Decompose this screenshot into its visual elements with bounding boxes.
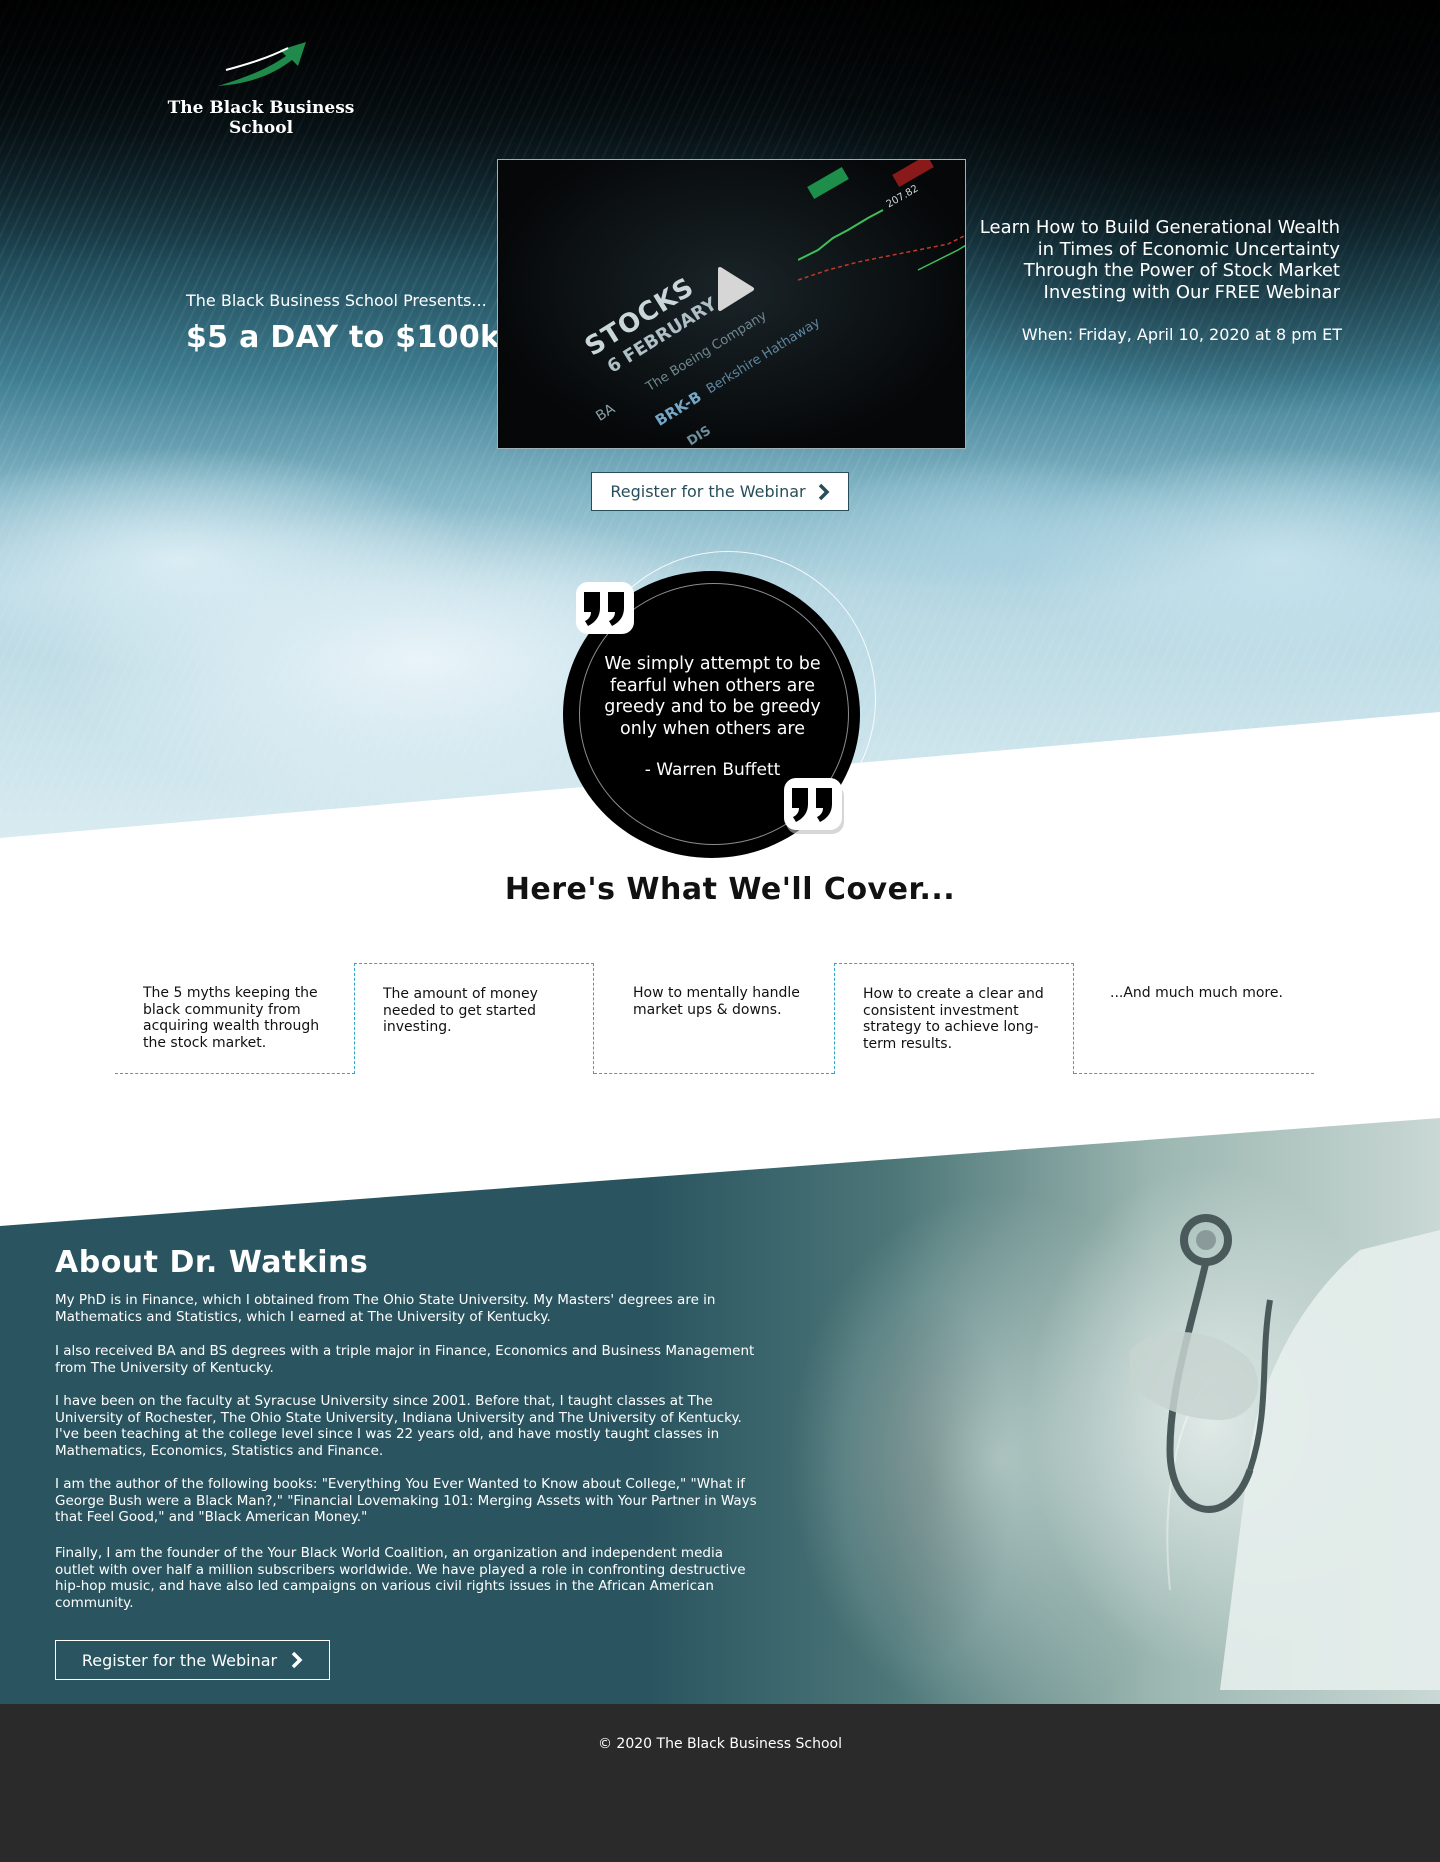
cover-title: Here's What We'll Cover... bbox=[504, 872, 956, 907]
cover-item-text: How to create a clear and consistent inv… bbox=[863, 986, 1044, 1052]
logo[interactable]: The Black Business School bbox=[138, 34, 384, 138]
webinar-date: When: Friday, April 10, 2020 at 8 pm ET bbox=[1021, 325, 1342, 344]
thumb-brk: BRK-B bbox=[651, 387, 705, 430]
register-button-label: Register for the Webinar bbox=[81, 1650, 278, 1670]
cover-item: ...And much much more. bbox=[1074, 963, 1314, 1074]
cover-item: The 5 myths keeping the black community … bbox=[115, 963, 355, 1074]
chevron-right-icon bbox=[818, 483, 830, 500]
thumb-price: 207.82 bbox=[885, 183, 921, 210]
about-paragraph: I also received BA and BS degrees with a… bbox=[55, 1343, 755, 1376]
about-title: About Dr. Watkins bbox=[55, 1245, 369, 1280]
register-webinar-button-top[interactable]: Register for the Webinar bbox=[591, 472, 849, 511]
chevron-right-icon bbox=[291, 1651, 303, 1669]
quote-mark-icon bbox=[784, 778, 844, 834]
rising-arrow-icon bbox=[218, 42, 306, 86]
logo-text: The Black Business School bbox=[167, 98, 355, 138]
cover-item-text: The 5 myths keeping the black community … bbox=[143, 985, 320, 1051]
ticker-graphic: 207.82 bbox=[798, 160, 965, 281]
thumb-dis: DIS bbox=[684, 423, 714, 449]
thumb-berkshire: Berkshire Hathaway bbox=[703, 315, 823, 398]
video-player[interactable]: STOCKS 6 FEBRUARY BA The Boeing Company … bbox=[497, 159, 966, 449]
cover-item-text: The amount of money needed to get starte… bbox=[383, 986, 538, 1035]
quote-mark-icon bbox=[576, 582, 634, 634]
about-paragraph: I have been on the faculty at Syracuse U… bbox=[55, 1393, 742, 1459]
footer bbox=[0, 1704, 1440, 1862]
cover-item-text: ...And much much more. bbox=[1110, 985, 1283, 1001]
register-button-label: Register for the Webinar bbox=[610, 482, 806, 501]
quote-author: - Warren Buffett bbox=[644, 760, 781, 780]
register-webinar-button-bottom[interactable]: Register for the Webinar bbox=[55, 1640, 330, 1680]
cover-item: How to create a clear and consistent inv… bbox=[834, 963, 1074, 1074]
about-paragraph: My PhD is in Finance, which I obtained f… bbox=[55, 1292, 716, 1325]
hero-headline: $5 a DAY to $100k bbox=[186, 320, 501, 355]
about-paragraph: I am the author of the following books: … bbox=[55, 1476, 757, 1525]
cover-item: The amount of money needed to get starte… bbox=[354, 963, 594, 1074]
webinar-description: Learn How to Build Generational Wealth i… bbox=[979, 217, 1340, 303]
doctor-stethoscope-image bbox=[1130, 1214, 1440, 1690]
quote-text: We simply attempt to be fearful when oth… bbox=[604, 654, 821, 739]
hero-presents: The Black Business School Presents... bbox=[186, 291, 487, 310]
thumb-ba: BA bbox=[593, 400, 619, 425]
about-paragraph: Finally, I am the founder of the Your Bl… bbox=[55, 1545, 746, 1611]
cover-item: How to mentally handle market ups & down… bbox=[594, 963, 834, 1074]
cover-item-text: How to mentally handle market ups & down… bbox=[633, 985, 800, 1018]
play-icon[interactable] bbox=[716, 266, 756, 312]
footer-copyright: © 2020 The Black Business School bbox=[597, 1736, 842, 1752]
